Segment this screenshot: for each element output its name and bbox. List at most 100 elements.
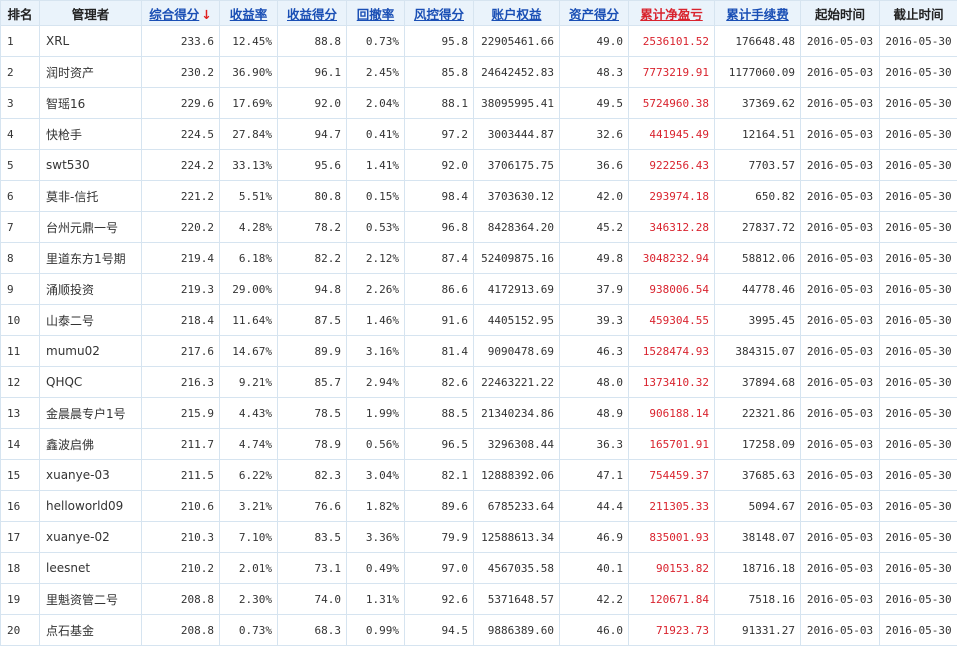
cell-cum-pnl: 90153.82 [629, 553, 715, 584]
cell-risk-score: 97.0 [405, 553, 474, 584]
sort-risk-score[interactable]: 风控得分 [405, 1, 474, 26]
cell-drawdown: 1.99% [347, 398, 405, 429]
cell-rank: 15 [1, 460, 40, 491]
cell-total-score: 224.2 [142, 150, 220, 181]
table-row: 18leesnet210.22.01%73.10.49%97.04567035.… [1, 553, 957, 584]
cell-risk-score: 89.6 [405, 491, 474, 522]
cell-equity: 22463221.22 [474, 367, 560, 398]
table-row: 17xuanye-02210.37.10%83.53.36%79.9125886… [1, 522, 957, 553]
cell-drawdown: 2.26% [347, 274, 405, 305]
table-row: 14鑫波启佛211.74.74%78.90.56%96.53296308.443… [1, 429, 957, 460]
cell-return-rate: 4.43% [220, 398, 278, 429]
cell-cum-fee: 650.82 [715, 181, 801, 212]
sort-asset-score[interactable]: 资产得分 [560, 1, 629, 26]
cell-start-time: 2016-05-03 [801, 212, 880, 243]
sort-cum-fee[interactable]: 累计手续费 [715, 1, 801, 26]
cell-asset-score: 49.0 [560, 26, 629, 57]
cell-return-score: 78.5 [278, 398, 347, 429]
cell-rank: 2 [1, 57, 40, 88]
cell-cum-pnl: 5724960.38 [629, 88, 715, 119]
cell-total-score: 230.2 [142, 57, 220, 88]
sort-total-score[interactable]: 综合得分↓ [142, 1, 220, 26]
cell-start-time: 2016-05-03 [801, 522, 880, 553]
cell-cum-pnl: 441945.49 [629, 119, 715, 150]
cell-manager: 金晨晨专户1号 [40, 398, 142, 429]
cell-cum-pnl: 120671.84 [629, 584, 715, 615]
cell-total-score: 220.2 [142, 212, 220, 243]
cell-cum-fee: 27837.72 [715, 212, 801, 243]
cell-start-time: 2016-05-03 [801, 88, 880, 119]
cell-total-score: 221.2 [142, 181, 220, 212]
cell-manager: 里道东方1号期 [40, 243, 142, 274]
cell-equity: 8428364.20 [474, 212, 560, 243]
cell-return-rate: 7.10% [220, 522, 278, 553]
cell-drawdown: 2.12% [347, 243, 405, 274]
cell-manager: helloworld09 [40, 491, 142, 522]
cell-cum-fee: 176648.48 [715, 26, 801, 57]
cell-total-score: 219.4 [142, 243, 220, 274]
cell-return-rate: 11.64% [220, 305, 278, 336]
cell-start-time: 2016-05-03 [801, 367, 880, 398]
cell-asset-score: 48.9 [560, 398, 629, 429]
cell-return-rate: 4.28% [220, 212, 278, 243]
cell-asset-score: 46.9 [560, 522, 629, 553]
cell-return-rate: 5.51% [220, 181, 278, 212]
cell-manager: 莫非-信托 [40, 181, 142, 212]
table-row: 16helloworld09210.63.21%76.61.82%89.6678… [1, 491, 957, 522]
sort-return-rate[interactable]: 收益率 [220, 1, 278, 26]
cell-equity: 3003444.87 [474, 119, 560, 150]
table-body: 1XRL233.612.45%88.80.73%95.822905461.664… [1, 26, 957, 646]
cell-start-time: 2016-05-03 [801, 336, 880, 367]
cell-end-time: 2016-05-30 [880, 305, 957, 336]
sort-equity[interactable]: 账户权益 [474, 1, 560, 26]
cell-rank: 7 [1, 212, 40, 243]
cell-rank: 20 [1, 615, 40, 646]
cell-total-score: 208.8 [142, 615, 220, 646]
cell-asset-score: 49.8 [560, 243, 629, 274]
cell-asset-score: 42.0 [560, 181, 629, 212]
cell-drawdown: 1.46% [347, 305, 405, 336]
cell-cum-fee: 18716.18 [715, 553, 801, 584]
cell-cum-fee: 37369.62 [715, 88, 801, 119]
table-header: 排名 管理者 综合得分↓ 收益率 收益得分 回撤率 风控得分 账户权益 资产得分… [1, 1, 957, 26]
cell-return-score: 96.1 [278, 57, 347, 88]
cell-manager: mumu02 [40, 336, 142, 367]
cell-drawdown: 2.94% [347, 367, 405, 398]
cell-return-rate: 6.22% [220, 460, 278, 491]
cell-drawdown: 3.16% [347, 336, 405, 367]
cell-start-time: 2016-05-03 [801, 429, 880, 460]
cell-risk-score: 82.6 [405, 367, 474, 398]
cell-start-time: 2016-05-03 [801, 553, 880, 584]
cell-return-score: 74.0 [278, 584, 347, 615]
cell-equity: 5371648.57 [474, 584, 560, 615]
cell-manager: 台州元鼎一号 [40, 212, 142, 243]
cell-end-time: 2016-05-30 [880, 553, 957, 584]
sort-return-score[interactable]: 收益得分 [278, 1, 347, 26]
cell-start-time: 2016-05-03 [801, 398, 880, 429]
cell-rank: 16 [1, 491, 40, 522]
cell-drawdown: 0.15% [347, 181, 405, 212]
sort-drawdown[interactable]: 回撤率 [347, 1, 405, 26]
cell-equity: 6785233.64 [474, 491, 560, 522]
cell-manager: 快枪手 [40, 119, 142, 150]
sort-cum-pnl[interactable]: 累计净盈亏 [629, 1, 715, 26]
cell-asset-score: 36.6 [560, 150, 629, 181]
cell-return-score: 82.2 [278, 243, 347, 274]
header-start-time: 起始时间 [801, 1, 880, 26]
cell-equity: 9090478.69 [474, 336, 560, 367]
cell-equity: 12588613.34 [474, 522, 560, 553]
cell-rank: 4 [1, 119, 40, 150]
table-row: 11mumu02217.614.67%89.93.16%81.49090478.… [1, 336, 957, 367]
cell-cum-pnl: 754459.37 [629, 460, 715, 491]
cell-total-score: 210.3 [142, 522, 220, 553]
cell-total-score: 218.4 [142, 305, 220, 336]
cell-total-score: 215.9 [142, 398, 220, 429]
cell-equity: 38095995.41 [474, 88, 560, 119]
cell-end-time: 2016-05-30 [880, 243, 957, 274]
cell-rank: 13 [1, 398, 40, 429]
cell-equity: 52409875.16 [474, 243, 560, 274]
cell-return-score: 94.7 [278, 119, 347, 150]
cell-cum-pnl: 1373410.32 [629, 367, 715, 398]
table-row: 13金晨晨专户1号215.94.43%78.51.99%88.521340234… [1, 398, 957, 429]
cell-return-rate: 3.21% [220, 491, 278, 522]
